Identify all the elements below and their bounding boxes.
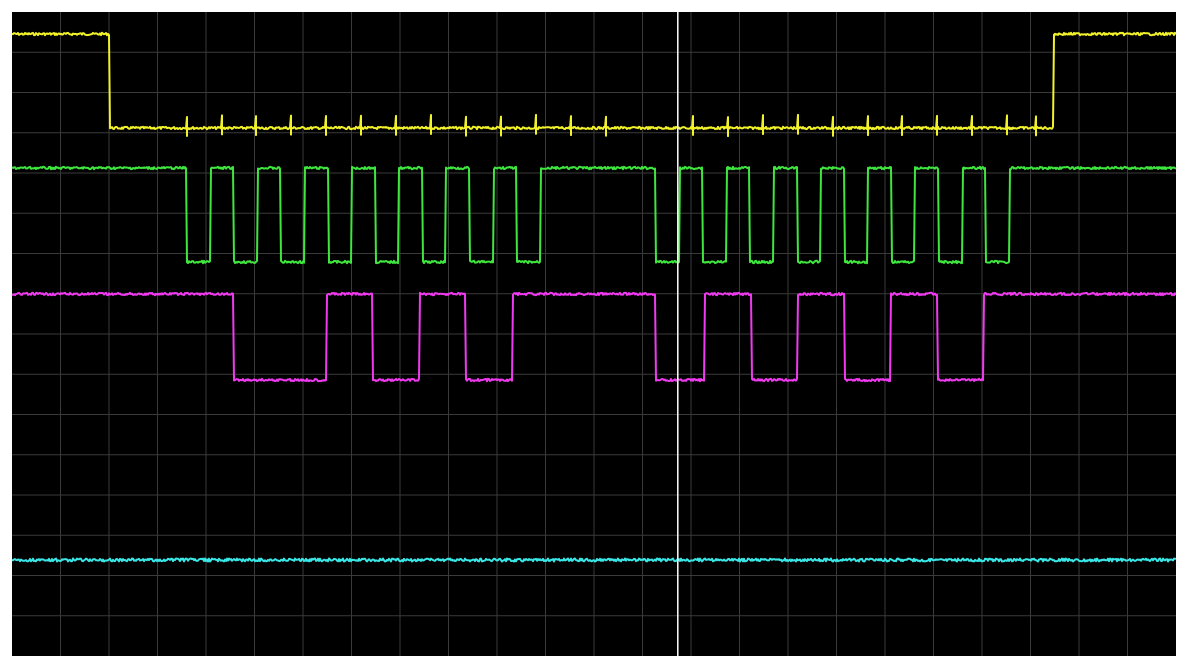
waveform-canvas: [12, 12, 1176, 656]
oscilloscope-frame: [0, 0, 1192, 660]
waveform-display[interactable]: [12, 12, 1176, 656]
